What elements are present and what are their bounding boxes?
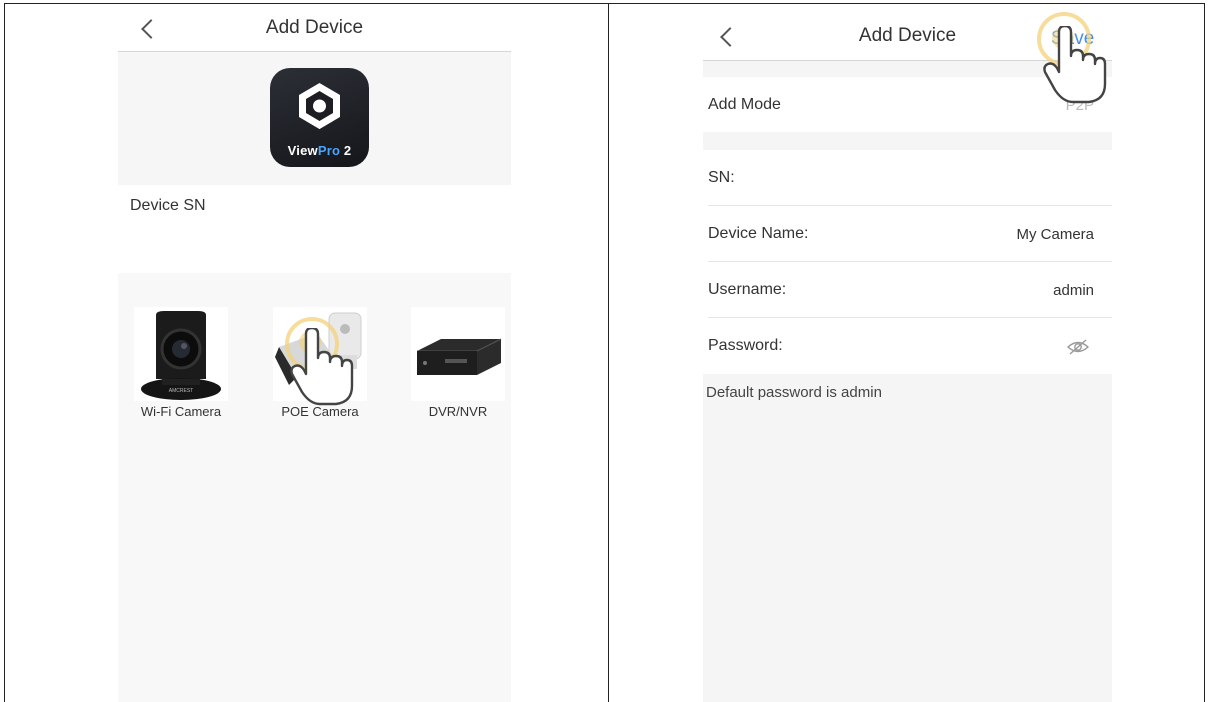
section-spacer	[703, 132, 1112, 150]
dvr-nvr-image	[411, 307, 505, 401]
device-type-wifi-camera[interactable]: AMCREST Wi-Fi Camera	[134, 307, 228, 419]
device-type-label: DVR/NVR	[428, 404, 488, 419]
left-screen: Add Device ViewPro 2 Device SN AMCREST W…	[118, 4, 511, 702]
app-logo-text: ViewPro 2	[287, 143, 352, 158]
frame-right-border	[1204, 3, 1205, 702]
device-sn-label[interactable]: Device SN	[130, 197, 206, 215]
device-name-label: Device Name:	[708, 225, 809, 242]
username-input[interactable]: admin	[1053, 282, 1094, 299]
device-name-row[interactable]: Device Name: My Camera	[703, 206, 1112, 262]
app-logo: ViewPro 2	[270, 68, 369, 167]
password-label: Password:	[708, 337, 783, 354]
add-mode-label: Add Mode	[708, 96, 781, 113]
sn-label: SN:	[708, 169, 735, 186]
username-label: Username:	[708, 281, 787, 298]
logo-banner: ViewPro 2	[118, 52, 511, 185]
device-type-label: POE Camera	[281, 404, 359, 419]
device-name-input[interactable]: My Camera	[1016, 226, 1094, 243]
page-title: Add Device	[265, 17, 364, 38]
hint-area	[703, 374, 1112, 702]
hexagon-camera-icon	[299, 83, 340, 129]
device-type-label: Wi-Fi Camera	[140, 404, 222, 419]
eye-slash-icon[interactable]	[1066, 338, 1090, 356]
device-type-dvr-nvr[interactable]: DVR/NVR	[411, 307, 505, 419]
username-row[interactable]: Username: admin	[703, 262, 1112, 318]
frame-left-border	[4, 3, 5, 702]
default-password-hint: Default password is admin	[706, 384, 882, 401]
password-row[interactable]: Password:	[703, 318, 1112, 374]
sn-row[interactable]: SN:	[703, 150, 1112, 206]
nav-bar: Add Device	[118, 4, 511, 54]
right-screen: Add Device Save Add Mode P2P SN: Device …	[703, 4, 1112, 702]
svg-text:AMCREST: AMCREST	[169, 388, 193, 394]
hand-pointer-icon	[290, 328, 354, 406]
hand-pointer-icon	[1043, 26, 1107, 104]
frame-divider	[608, 3, 609, 702]
wifi-camera-image: AMCREST	[134, 307, 228, 401]
